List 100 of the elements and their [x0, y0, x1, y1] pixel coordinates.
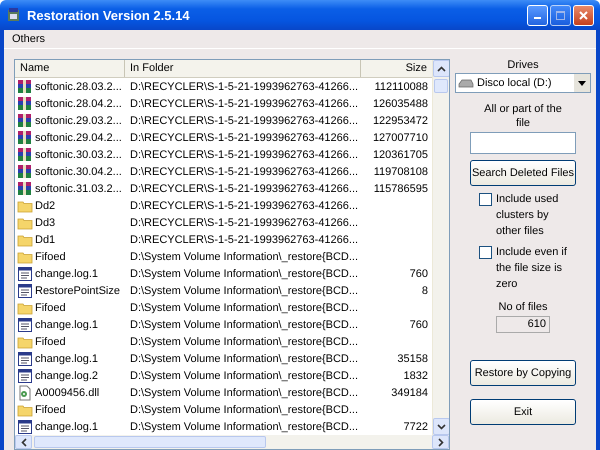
- folder-path: D:\System Volume Information\_restore{BCD...: [130, 318, 358, 330]
- close-icon: [579, 10, 588, 20]
- archive-icon: [17, 78, 33, 94]
- archive-icon: [17, 164, 33, 180]
- file-name: Fifoed: [35, 336, 66, 348]
- file-size: 760: [410, 268, 428, 280]
- scrollbar-thumb[interactable]: [34, 436, 266, 448]
- document-icon: [17, 266, 33, 282]
- file-name: softonic.29.04.2...: [35, 132, 122, 144]
- minimize-button[interactable]: [527, 4, 548, 26]
- document-icon: [17, 282, 33, 298]
- archive-icon: [17, 130, 33, 146]
- maximize-button[interactable]: [550, 4, 571, 26]
- close-button[interactable]: [573, 4, 594, 26]
- file-size: 126035488: [372, 98, 428, 110]
- file-count-label: No of files: [498, 301, 548, 313]
- column-header[interactable]: Name: [15, 60, 125, 77]
- file-count: 610: [496, 316, 550, 333]
- file-name: Dd2: [35, 200, 56, 212]
- document-icon: [17, 316, 33, 332]
- file-name: Fifoed: [35, 302, 66, 314]
- file-size: 760: [410, 318, 428, 330]
- file-size: 127007710: [372, 132, 428, 144]
- caret-icon: [578, 80, 586, 86]
- vertical-scrollbar[interactable]: [432, 60, 449, 435]
- folder-path: D:\RECYCLER\S-1-5-21-1993962763-41266...: [130, 182, 358, 194]
- file-name: softonic.31.03.2...: [35, 182, 122, 194]
- window-title: Restoration Version 2.5.14: [27, 8, 191, 22]
- file-size: 35158: [397, 352, 428, 364]
- scrollbar-thumb[interactable]: [434, 79, 448, 93]
- file-name: change.log.2: [35, 370, 98, 382]
- folder-path: D:\RECYCLER\S-1-5-21-1993962763-41266...: [130, 216, 358, 228]
- maximize-icon: [556, 10, 565, 20]
- checkbox[interactable]: [479, 193, 492, 206]
- app-icon: [6, 7, 22, 23]
- file-name: softonic.28.03.2...: [35, 80, 122, 92]
- folder-path: D:\RECYCLER\S-1-5-21-1993962763-41266...: [130, 200, 358, 212]
- document-icon: [17, 368, 33, 384]
- file-size: 349184: [391, 386, 428, 398]
- archive-icon: [17, 146, 33, 162]
- restore-button[interactable]: Restore by Copying: [470, 360, 576, 386]
- folder-path: D:\RECYCLER\S-1-5-21-1993962763-41266...: [130, 166, 358, 178]
- file-size: 1832: [404, 370, 428, 382]
- folder-path: D:\System Volume Information\_restore{BCD...: [130, 268, 358, 280]
- file-size: 8: [422, 284, 428, 296]
- file-size: 112110088: [374, 80, 428, 92]
- folder-path: D:\System Volume Information\_restore{BCD...: [130, 336, 358, 348]
- file-name: softonic.30.03.2...: [35, 148, 122, 160]
- folder-path: D:\RECYCLER\S-1-5-21-1993962763-41266...: [130, 114, 358, 126]
- column-header[interactable]: In Folder: [125, 60, 361, 77]
- folder-path: D:\RECYCLER\S-1-5-21-1993962763-41266...: [130, 132, 358, 144]
- folder-path: D:\System Volume Information\_restore{BCD...: [130, 302, 358, 314]
- folder-path: D:\System Volume Information\_restore{BCD...: [130, 420, 358, 432]
- drive-icon: [458, 78, 474, 88]
- file-name: Fifoed: [35, 250, 66, 262]
- drive-dropdown[interactable]: Disco local (D:): [455, 73, 591, 93]
- folder-path: D:\RECYCLER\S-1-5-21-1993962763-41266...: [130, 234, 358, 246]
- folder-path: D:\RECYCLER\S-1-5-21-1993962763-41266...: [130, 80, 358, 92]
- file-name: change.log.1: [35, 318, 98, 330]
- archive-icon: [17, 112, 33, 128]
- folder-path: D:\System Volume Information\_restore{BCD...: [130, 250, 358, 262]
- folder-path: D:\System Volume Information\_restore{BCD...: [130, 370, 358, 382]
- file-name: Fifoed: [35, 404, 66, 416]
- exit-button[interactable]: Exit: [470, 399, 576, 425]
- document-icon: [17, 418, 33, 434]
- archive-icon: [17, 96, 33, 112]
- checkbox-label: Include even if the file size is zero: [496, 245, 568, 292]
- file-name: Dd1: [35, 234, 56, 246]
- file-size: 7722: [404, 420, 428, 432]
- file-size: 115786595: [374, 182, 428, 194]
- file-name: A0009456.dll: [35, 386, 100, 398]
- file-name: Dd3: [35, 216, 56, 228]
- column-header[interactable]: Size: [361, 60, 432, 77]
- folder-path: D:\System Volume Information\_restore{BCD...: [130, 284, 358, 296]
- checkbox-label: Include used clusters by other files: [496, 192, 560, 239]
- file-name: softonic.28.04.2...: [35, 98, 122, 110]
- file-name: change.log.1: [35, 352, 98, 364]
- search-button[interactable]: Search Deleted Files: [470, 160, 576, 186]
- folder-path: D:\System Volume Information\_restore{BCD...: [130, 404, 358, 416]
- drives-label: Drives: [507, 59, 539, 71]
- checkbox[interactable]: [479, 246, 492, 259]
- minimize-icon: [534, 17, 541, 19]
- folder-path: D:\RECYCLER\S-1-5-21-1993962763-41266...: [130, 98, 358, 110]
- folder-path: D:\RECYCLER\S-1-5-21-1993962763-41266...: [130, 148, 358, 160]
- horizontal-scrollbar[interactable]: [15, 435, 449, 449]
- file-name: change.log.1: [35, 420, 98, 432]
- archive-icon: [17, 180, 33, 196]
- search-field[interactable]: [470, 132, 576, 154]
- file-name: RestorePointSize: [35, 284, 120, 296]
- file-size: 122953472: [372, 114, 428, 126]
- file-name: change.log.1: [35, 268, 98, 280]
- folder-path: D:\System Volume Information\_restore{BCD...: [130, 352, 358, 364]
- document-icon: [17, 350, 33, 366]
- menu-item[interactable]: Others: [8, 33, 50, 45]
- folder-path: D:\System Volume Information\_restore{BCD...: [130, 386, 358, 398]
- file-name: softonic.30.04.2...: [35, 166, 122, 178]
- file-size: 119708108: [374, 166, 428, 178]
- file-name: softonic.29.03.2...: [35, 114, 122, 126]
- search-label: All or part of the file: [484, 102, 562, 130]
- file-size: 120361705: [372, 148, 428, 160]
